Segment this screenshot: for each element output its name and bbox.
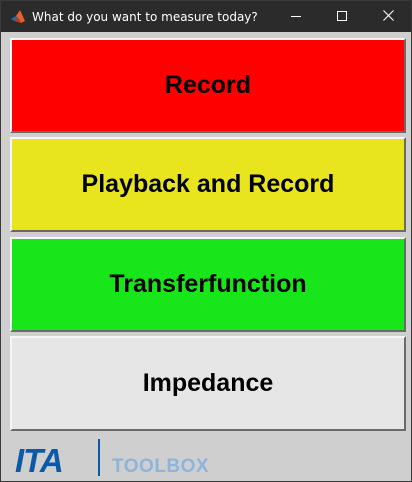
measure-dialog-window: What do you want to measure today? Recor… xyxy=(0,0,412,482)
close-icon xyxy=(382,9,394,24)
minimize-icon xyxy=(291,10,301,24)
dialog-content: Record Playback and Record Transferfunct… xyxy=(1,32,411,481)
close-button[interactable] xyxy=(365,1,411,32)
record-button-label: Record xyxy=(164,71,252,99)
logo-divider xyxy=(98,439,100,476)
logo-product: TOOLBOX xyxy=(112,456,210,477)
transferfunction-button-label: Transferfunction xyxy=(109,270,307,298)
maximize-icon xyxy=(337,10,347,24)
ita-toolbox-logo: ITA TOOLBOX xyxy=(1,432,411,481)
playback-and-record-button-label: Playback and Record xyxy=(81,170,335,198)
title-bar[interactable]: What do you want to measure today? xyxy=(1,1,411,32)
impedance-button-label: Impedance xyxy=(142,369,274,397)
transferfunction-button[interactable]: Transferfunction xyxy=(10,237,406,332)
matlab-logo-icon xyxy=(10,9,26,25)
playback-and-record-button[interactable]: Playback and Record xyxy=(10,137,406,232)
minimize-button[interactable] xyxy=(273,1,319,32)
logo-brand: ITA xyxy=(15,442,64,479)
maximize-button[interactable] xyxy=(319,1,365,32)
record-button[interactable]: Record xyxy=(10,38,406,133)
window-title: What do you want to measure today? xyxy=(32,10,258,24)
impedance-button[interactable]: Impedance xyxy=(10,336,406,431)
